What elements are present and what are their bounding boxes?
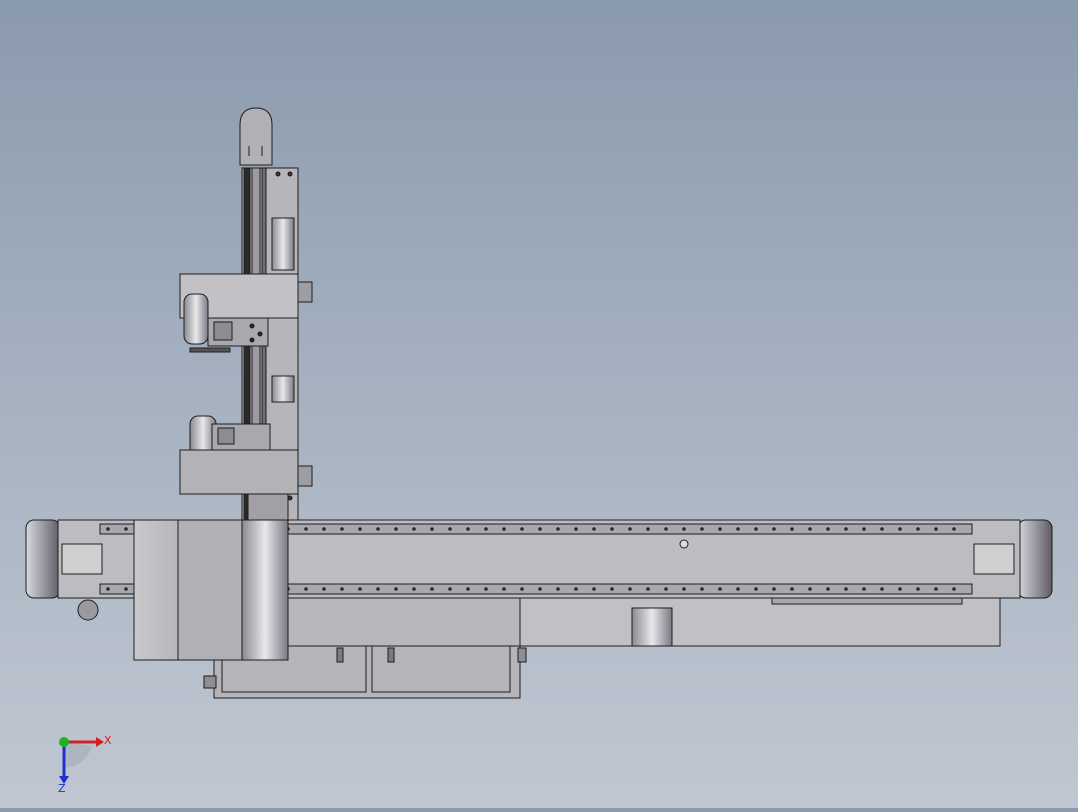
rail-hole: [376, 587, 380, 591]
rail-hole: [394, 527, 398, 531]
rail-hole: [808, 527, 812, 531]
rail-hole: [448, 527, 452, 531]
rail-hole: [448, 587, 452, 591]
rail-hole: [556, 587, 560, 591]
rail-hole: [934, 587, 938, 591]
rail-hole: [538, 527, 542, 531]
lower-profile: [203, 597, 1001, 699]
rail-hole: [718, 587, 722, 591]
cad-viewport[interactable]: X Z: [0, 0, 1078, 808]
rail-hole: [736, 527, 740, 531]
rail-hole: [574, 587, 578, 591]
y-axis-dot: [59, 737, 69, 747]
rail-hole: [592, 527, 596, 531]
rail-hole: [754, 527, 758, 531]
rail-hole: [934, 527, 938, 531]
rail-hole: [826, 587, 830, 591]
rail-hole: [862, 527, 866, 531]
rail-hole: [682, 527, 686, 531]
rail-hole: [124, 587, 128, 591]
rail-hole: [304, 527, 308, 531]
rail-hole: [322, 527, 326, 531]
rail-hole: [466, 587, 470, 591]
rail-hole: [484, 527, 488, 531]
rail-hole: [790, 527, 794, 531]
rail-hole: [646, 527, 650, 531]
rail-hole: [538, 587, 542, 591]
rail-hole: [952, 587, 956, 591]
rail-hole: [772, 587, 776, 591]
rail-hole: [700, 527, 704, 531]
rail-hole: [898, 527, 902, 531]
rail-hole: [124, 527, 128, 531]
z-axis-label: Z: [58, 782, 66, 795]
rail-hole: [952, 527, 956, 531]
rail-hole: [520, 587, 524, 591]
rail-hole: [358, 587, 362, 591]
rail-hole: [304, 587, 308, 591]
rail-hole: [340, 527, 344, 531]
left-endcap: [25, 519, 61, 599]
rail-hole: [610, 527, 614, 531]
rail-hole: [322, 587, 326, 591]
rail-hole: [844, 587, 848, 591]
rail-hole: [502, 527, 506, 531]
beam-carriage-cover: [133, 519, 289, 661]
rail-hole: [574, 527, 578, 531]
rail-hole: [898, 587, 902, 591]
rail-hole: [916, 587, 920, 591]
rail-hole: [376, 527, 380, 531]
rail-hole: [628, 527, 632, 531]
rail-hole: [520, 527, 524, 531]
x-axis-label: X: [104, 734, 112, 747]
rail-hole: [466, 527, 470, 531]
rail-hole: [646, 587, 650, 591]
rail-hole: [880, 587, 884, 591]
rail-hole: [916, 527, 920, 531]
rail-hole: [430, 587, 434, 591]
rail-hole: [682, 587, 686, 591]
rail-hole: [754, 587, 758, 591]
rail-hole: [340, 587, 344, 591]
rail-hole: [412, 527, 416, 531]
gantry-model[interactable]: X Z: [0, 0, 1078, 808]
rail-hole: [808, 587, 812, 591]
rail-hole: [826, 527, 830, 531]
rail-hole: [484, 587, 488, 591]
rail-hole: [862, 587, 866, 591]
rail-hole: [772, 527, 776, 531]
right-endcap: [1017, 519, 1053, 599]
rail-hole: [736, 587, 740, 591]
rail-hole: [718, 527, 722, 531]
rail-hole: [592, 587, 596, 591]
rail-hole: [880, 527, 884, 531]
rail-hole: [394, 587, 398, 591]
top-cap: [239, 107, 273, 166]
rail-hole: [628, 587, 632, 591]
rail-hole: [502, 587, 506, 591]
rail-hole: [610, 587, 614, 591]
rail-hole: [664, 527, 668, 531]
rail-hole: [790, 587, 794, 591]
rail-hole: [430, 527, 434, 531]
rail-hole: [700, 587, 704, 591]
rail-hole: [556, 527, 560, 531]
rail-hole: [106, 527, 110, 531]
rail-hole: [844, 527, 848, 531]
rail-hole: [412, 587, 416, 591]
rail-hole: [664, 587, 668, 591]
rail-hole: [358, 527, 362, 531]
axis-triad: X Z: [58, 734, 112, 795]
rail-hole: [106, 587, 110, 591]
